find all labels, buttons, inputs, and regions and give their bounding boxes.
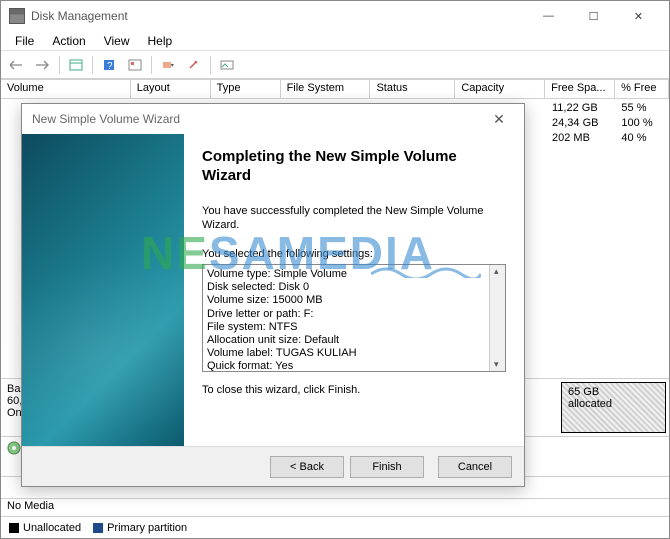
app-icon [9, 8, 25, 24]
cell-free: 11,22 GB [546, 101, 615, 115]
settings-icon[interactable] [123, 54, 147, 76]
cell-free: 24,34 GB [546, 116, 615, 130]
view-icon[interactable] [64, 54, 88, 76]
wizard-intro: You have successfully completed the New … [202, 204, 506, 234]
back-button[interactable]: < Back [270, 456, 344, 478]
menu-view[interactable]: View [96, 32, 138, 50]
legend-primary: Primary partition [93, 522, 187, 534]
legend-unallocated: Unallocated [9, 522, 81, 534]
col-pctfree[interactable]: % Free [615, 80, 669, 98]
menu-help[interactable]: Help [140, 32, 181, 50]
wizard-settings-label: You selected the following settings: [202, 247, 506, 262]
no-media-row: No Media [1, 498, 669, 516]
cell-pct: 40 % [615, 131, 669, 145]
list-item: Volume type: Simple Volume [207, 268, 501, 281]
cell-free: 202 MB [546, 131, 615, 145]
col-layout[interactable]: Layout [131, 80, 211, 98]
list-item: Quick format: Yes [207, 360, 501, 372]
wizard-titlebar: New Simple Volume Wizard ✕ [22, 104, 524, 134]
col-capacity[interactable]: Capacity [455, 80, 545, 98]
col-volume[interactable]: Volume [1, 80, 131, 98]
toolbar: ? [1, 51, 669, 79]
menu-file[interactable]: File [7, 32, 42, 50]
cell-pct: 55 % [615, 101, 669, 115]
cell-pct: 100 % [615, 116, 669, 130]
list-item: Volume label: TUGAS KULIAH [207, 347, 501, 360]
menubar: File Action View Help [1, 31, 669, 51]
wizard-dialog: New Simple Volume Wizard ✕ Completing th… [21, 103, 525, 487]
wizard-title: New Simple Volume Wizard [32, 112, 180, 126]
finish-button[interactable]: Finish [350, 456, 424, 478]
refresh-icon[interactable] [156, 54, 180, 76]
titlebar: Disk Management ― ☐ ✕ [1, 1, 669, 31]
volume-table-header: Volume Layout Type File System Status Ca… [1, 79, 669, 99]
list-item: Disk selected: Disk 0 [207, 281, 501, 294]
list-item: Volume size: 15000 MB [207, 294, 501, 307]
minimize-button[interactable]: ― [526, 2, 571, 30]
scrollbar[interactable] [489, 265, 505, 371]
list-item: File system: NTFS [207, 321, 501, 334]
maximize-button[interactable]: ☐ [571, 2, 616, 30]
wizard-settings-list[interactable]: Volume type: Simple Volume Disk selected… [202, 264, 506, 372]
back-icon[interactable] [5, 54, 29, 76]
wizard-heading: Completing the New Simple Volume Wizard [202, 148, 506, 186]
help-icon[interactable]: ? [97, 54, 121, 76]
menu-action[interactable]: Action [44, 32, 93, 50]
list-item: Drive letter or path: F: [207, 308, 501, 321]
wizard-sidebar-image [22, 134, 184, 446]
window-title: Disk Management [31, 9, 526, 23]
col-freespace[interactable]: Free Spa... [545, 80, 615, 98]
wizard-close-button[interactable]: ✕ [484, 111, 514, 128]
partition-unallocated[interactable]: 65 GB allocated [561, 382, 666, 433]
list-item: Allocation unit size: Default [207, 334, 501, 347]
cancel-button[interactable]: Cancel [438, 456, 512, 478]
col-filesystem[interactable]: File System [281, 80, 371, 98]
col-status[interactable]: Status [370, 80, 455, 98]
svg-text:?: ? [107, 61, 113, 72]
legend: Unallocated Primary partition [1, 516, 669, 538]
close-button[interactable]: ✕ [616, 2, 661, 30]
wizard-button-bar: < Back Finish Cancel [22, 446, 524, 486]
forward-icon[interactable] [31, 54, 55, 76]
col-type[interactable]: Type [211, 80, 281, 98]
list-icon[interactable] [215, 54, 239, 76]
properties-icon[interactable] [182, 54, 206, 76]
